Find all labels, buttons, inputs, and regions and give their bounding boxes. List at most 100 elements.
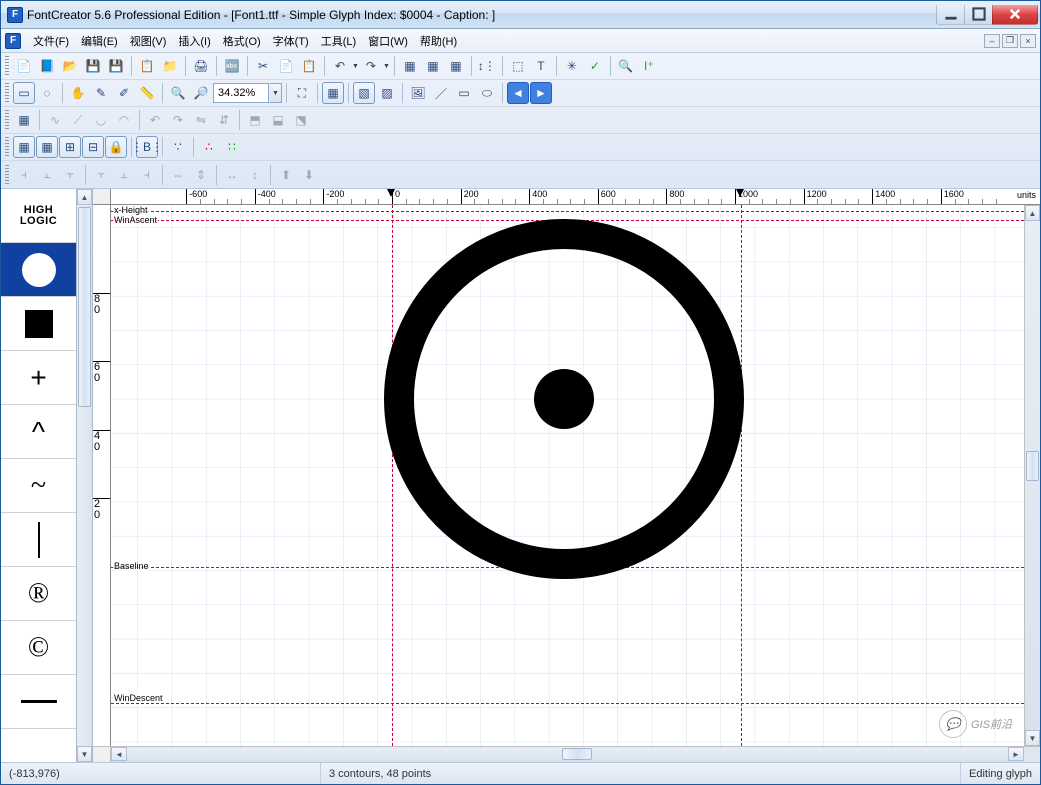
smooth-button[interactable]: ∿ (44, 109, 66, 131)
menu-window[interactable]: 窗口(W) (362, 30, 414, 52)
align-center-button[interactable]: ⫠ (36, 164, 58, 186)
scroll-up-button[interactable]: ▲ (1025, 205, 1040, 221)
autonaming-button[interactable]: I⁺ (638, 55, 660, 77)
maximize-button[interactable] (964, 5, 993, 25)
font-props-button[interactable]: ▦ (422, 55, 444, 77)
select-lasso-button[interactable]: ◌ (36, 82, 58, 104)
metrics-button[interactable]: ▧ (353, 82, 375, 104)
zoom-input[interactable] (213, 83, 269, 103)
editor-vscrollbar[interactable]: ▲ ▼ (1024, 205, 1040, 746)
undo-button[interactable]: ↶ (329, 55, 351, 77)
scroll-up-button[interactable]: ▲ (77, 189, 92, 205)
glyph-strip-item[interactable]: © (1, 621, 76, 675)
flip-v-button[interactable]: ⇵ (213, 109, 235, 131)
show-grid-button[interactable]: ▦ (36, 136, 58, 158)
scroll-thumb[interactable] (562, 748, 592, 760)
curve-button[interactable]: ◠ (113, 109, 135, 131)
lock-guides-button[interactable]: 🔒 (105, 136, 127, 158)
editor-hscrollbar[interactable]: ◄ ► (111, 746, 1024, 762)
align-top-button[interactable]: ⫟ (90, 164, 112, 186)
glyph-canvas[interactable]: x-Height WinAscent Baseline WinDescent (111, 205, 1024, 746)
union-button[interactable]: ⬒ (244, 109, 266, 131)
show-nodes-button[interactable]: ∵ (167, 136, 189, 158)
new-font-button[interactable]: 📘 (36, 55, 58, 77)
rotate-right-button[interactable]: ↷ (167, 109, 189, 131)
folder-button[interactable]: 📁 (159, 55, 181, 77)
guide-windescent[interactable] (111, 703, 1024, 704)
glyph-strip-item[interactable] (1, 675, 76, 729)
grid-button[interactable]: ▦ (322, 82, 344, 104)
paste-button[interactable]: 📋 (298, 55, 320, 77)
align-middle-button[interactable]: ⫠ (113, 164, 135, 186)
scroll-down-button[interactable]: ▼ (77, 746, 92, 762)
naming-button[interactable]: ▦ (445, 55, 467, 77)
dist-h-button[interactable]: ⇔ (167, 164, 189, 186)
menu-format[interactable]: 格式(O) (217, 30, 267, 52)
glyph-strip-item[interactable]: ~ (1, 459, 76, 513)
glyph-strip-item[interactable]: ® (1, 567, 76, 621)
guide-xheight[interactable] (111, 211, 1024, 212)
copy-button[interactable]: 📄 (275, 55, 297, 77)
snap-grid-button[interactable]: ▦ (13, 136, 35, 158)
menu-edit[interactable]: 编辑(E) (75, 30, 124, 52)
scroll-thumb[interactable] (1026, 451, 1039, 481)
new-button[interactable]: 📄 (13, 55, 35, 77)
snap-guides-button[interactable]: ⊞ (59, 136, 81, 158)
scroll-right-button[interactable]: ► (1008, 747, 1024, 761)
validate-button[interactable]: ✓ (584, 55, 606, 77)
flip-h-button[interactable]: ⇋ (190, 109, 212, 131)
same-height-button[interactable]: ↕ (244, 164, 266, 186)
glyph-strip-item[interactable]: ^ (1, 405, 76, 459)
contour-line-button[interactable]: ／ (430, 82, 452, 104)
align-bottom-button[interactable]: ⫞ (136, 164, 158, 186)
fit-button[interactable]: ⛶ (291, 82, 313, 104)
menu-insert[interactable]: 插入(I) (172, 30, 216, 52)
pan-button[interactable]: ✋ (67, 82, 89, 104)
rotate-left-button[interactable]: ↶ (144, 109, 166, 131)
install-button[interactable]: 📋 (136, 55, 158, 77)
menu-font[interactable]: 字体(T) (267, 30, 315, 52)
corner-button[interactable]: ⟋ (67, 109, 89, 131)
glyph-strip-scrollbar[interactable]: ▲ ▼ (77, 189, 93, 762)
intersect-button[interactable]: ⬓ (267, 109, 289, 131)
knife-button[interactable]: ✐ (113, 82, 135, 104)
bring-front-button[interactable]: ⬆ (275, 164, 297, 186)
glyph-props-button[interactable]: ▦ (399, 55, 421, 77)
transform-button[interactable]: ⬚ (507, 55, 529, 77)
same-width-button[interactable]: ↔ (221, 164, 243, 186)
image-button[interactable]: 🖼 (407, 82, 429, 104)
scroll-thumb[interactable] (78, 207, 91, 407)
send-back-button[interactable]: ⬇ (298, 164, 320, 186)
open-button[interactable]: 📂 (59, 55, 81, 77)
contour-rect-button[interactable]: ▭ (453, 82, 475, 104)
kerning-button[interactable]: ✳ (561, 55, 583, 77)
draw-freehand-button[interactable]: ✎ (90, 82, 112, 104)
select-rect-button[interactable]: ▭ (13, 82, 35, 104)
minimize-button[interactable] (936, 5, 965, 25)
redo-button[interactable]: ↷ (360, 55, 382, 77)
save-button[interactable]: 💾 (82, 55, 104, 77)
measure-button[interactable]: 📏 (136, 82, 158, 104)
composite-button[interactable]: ▦ (13, 109, 35, 131)
contour-ellipse-button[interactable]: ⬭ (476, 82, 498, 104)
prev-glyph-button[interactable]: ◄ (507, 82, 529, 104)
ruler-vertical[interactable]: 20406080 (93, 205, 111, 746)
align-left-button[interactable]: ⫞ (13, 164, 35, 186)
cut-button[interactable]: ✂ (252, 55, 274, 77)
show-off-button[interactable]: ∷ (221, 136, 243, 158)
align-right-button[interactable]: ⫟ (59, 164, 81, 186)
dist-v-button[interactable]: ⇕ (190, 164, 212, 186)
next-glyph-button[interactable]: ► (530, 82, 552, 104)
preview-button[interactable]: 🔍 (615, 55, 637, 77)
scroll-down-button[interactable]: ▼ (1025, 730, 1040, 746)
glyph-strip-logo[interactable]: HIGHLOGIC (1, 189, 76, 243)
menu-help[interactable]: 帮助(H) (414, 30, 463, 52)
menu-view[interactable]: 视图(V) (124, 30, 173, 52)
mdi-restore-button[interactable]: ❐ (1002, 34, 1018, 48)
zoom-in-button[interactable]: 🔍 (167, 82, 189, 104)
sort-button[interactable]: ↕⋮ (476, 55, 498, 77)
scroll-left-button[interactable]: ◄ (111, 747, 127, 761)
menu-tools[interactable]: 工具(L) (315, 30, 362, 52)
text-button[interactable]: T (530, 55, 552, 77)
show-points-button[interactable]: ⋮B⋮ (136, 136, 158, 158)
